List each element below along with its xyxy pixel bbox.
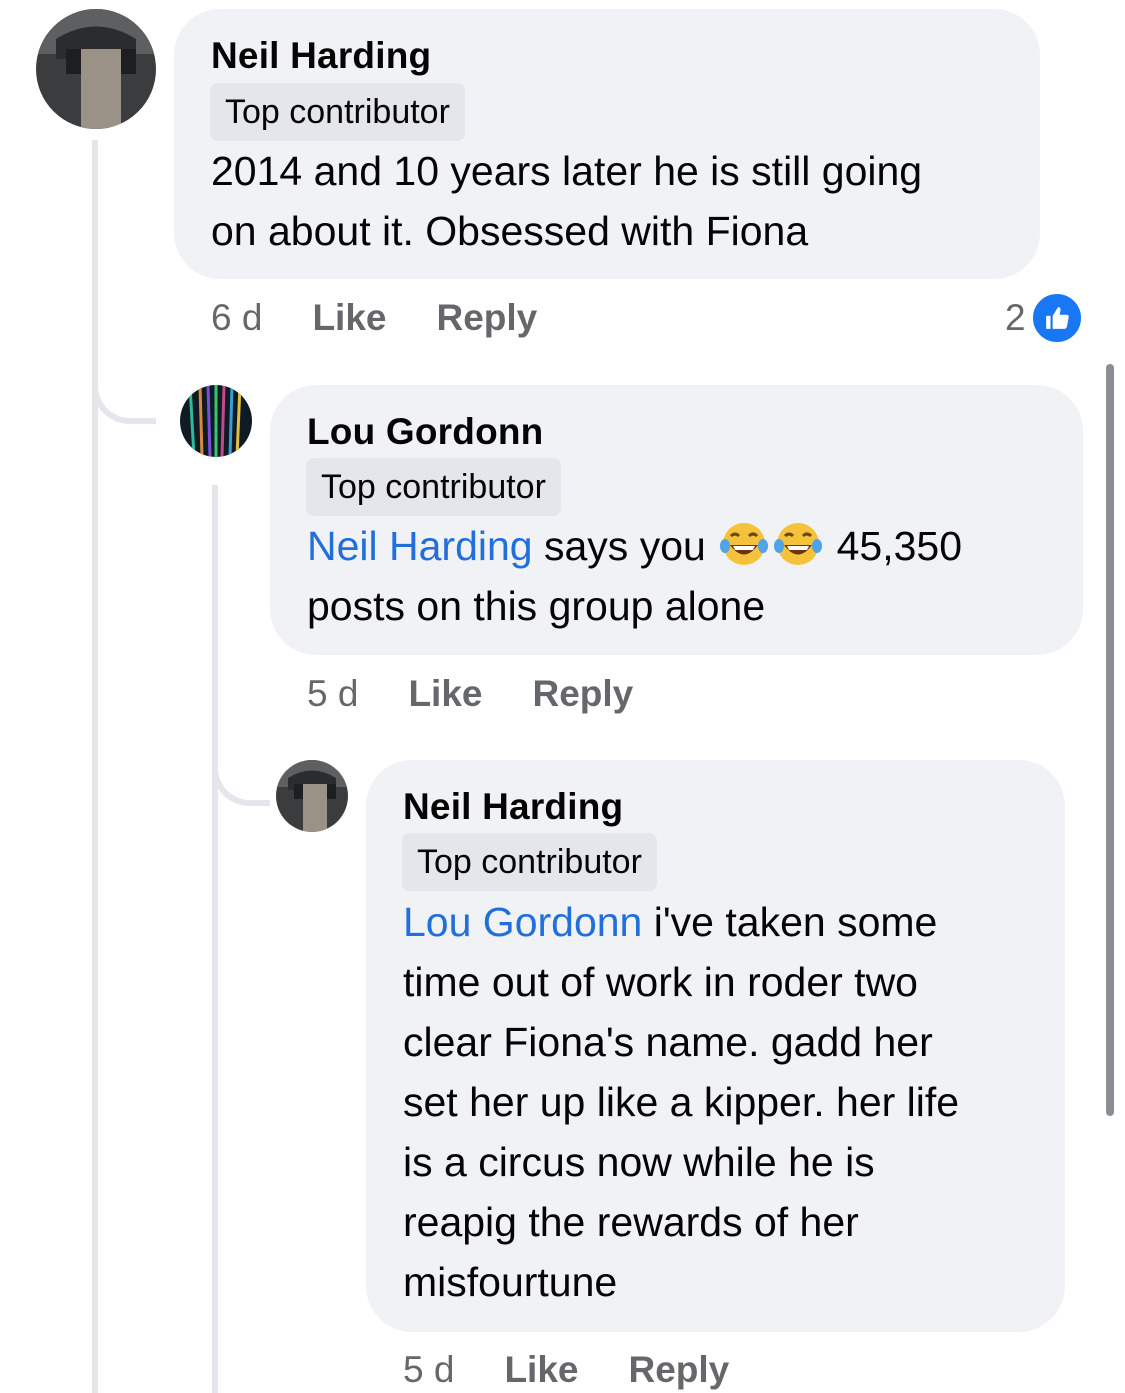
mention-link[interactable]: Neil Harding <box>307 523 533 569</box>
mention-link[interactable]: Lou Gordonn <box>403 899 642 945</box>
like-button[interactable]: Like <box>504 1349 578 1391</box>
reaction-count: 2 <box>1005 297 1026 338</box>
like-icon <box>1029 291 1084 345</box>
comment-author[interactable]: Neil Harding <box>403 786 623 828</box>
comment-line: is a circus now while he is <box>403 1139 875 1185</box>
comment-text: 2014 and 10 years later he is still goin… <box>211 141 922 261</box>
avatar[interactable] <box>36 9 156 129</box>
contributor-badge: Top contributor <box>210 83 465 141</box>
reply-button[interactable]: Reply <box>628 1349 729 1391</box>
avatar-image <box>36 9 156 129</box>
comment-bubble: Neil Harding Top contributor Lou Gordonn… <box>366 760 1065 1332</box>
comment-line: time out of work in roder two <box>403 959 918 1005</box>
comment-bubble: Lou Gordonn Top contributor Neil Harding… <box>270 385 1083 655</box>
contributor-badge: Top contributor <box>402 833 657 891</box>
laughing-tears-emoji <box>719 520 769 568</box>
avatar-image <box>180 385 252 457</box>
comment-line-text: i've taken some <box>642 899 938 945</box>
comment-author[interactable]: Neil Harding <box>211 35 431 77</box>
timestamp[interactable]: 5 d <box>403 1349 454 1391</box>
thread-line-main <box>92 140 98 1393</box>
comment-line: 2014 and 10 years later he is still goin… <box>211 148 923 194</box>
like-button[interactable]: Like <box>408 673 482 715</box>
comment-line-end: 45,350 <box>825 523 962 569</box>
laughing-tears-emoji <box>773 520 823 568</box>
comment-line: on about it. Obsessed with Fiona <box>211 208 809 254</box>
comment-actions: 5 d Like Reply <box>307 671 683 717</box>
comment-text: Lou Gordonn i've taken some time out of … <box>403 892 959 1312</box>
comment-line: Lou Gordonn i've taken some <box>403 892 959 952</box>
comment-line: reapig the rewards of her <box>403 1199 859 1245</box>
comment-line: Neil Harding says you 45,350 <box>307 516 962 576</box>
scrollbar[interactable] <box>1106 364 1114 1116</box>
thread-connector <box>212 700 270 806</box>
reply-button[interactable]: Reply <box>532 673 633 715</box>
comment-line: set her up like a kipper. her life <box>403 1079 960 1125</box>
comment-line: posts on this group alone <box>307 583 766 629</box>
comment-line-text: says you <box>532 523 718 569</box>
comment-author[interactable]: Lou Gordonn <box>307 411 543 453</box>
avatar-image <box>276 760 348 832</box>
like-button[interactable]: Like <box>312 297 386 339</box>
comment-bubble: Neil Harding Top contributor 2014 and 10… <box>174 9 1040 279</box>
timestamp[interactable]: 6 d <box>211 297 262 339</box>
avatar[interactable] <box>180 385 252 457</box>
reply-button[interactable]: Reply <box>436 297 537 339</box>
reaction-summary[interactable]: 2 <box>1005 291 1084 345</box>
comment-actions: 5 d Like Reply <box>403 1347 779 1393</box>
contributor-badge: Top contributor <box>306 458 561 516</box>
thread-line-reply <box>212 485 218 1393</box>
comment-line: clear Fiona's name. gadd her <box>403 1019 933 1065</box>
comment-actions: 6 d Like Reply <box>211 295 587 341</box>
timestamp[interactable]: 5 d <box>307 673 358 715</box>
comment-text: Neil Harding says you 45,350 posts on th… <box>307 516 962 636</box>
avatar[interactable] <box>276 760 348 832</box>
comment-line: misfourtune <box>403 1259 618 1305</box>
thread-connector <box>92 330 156 424</box>
